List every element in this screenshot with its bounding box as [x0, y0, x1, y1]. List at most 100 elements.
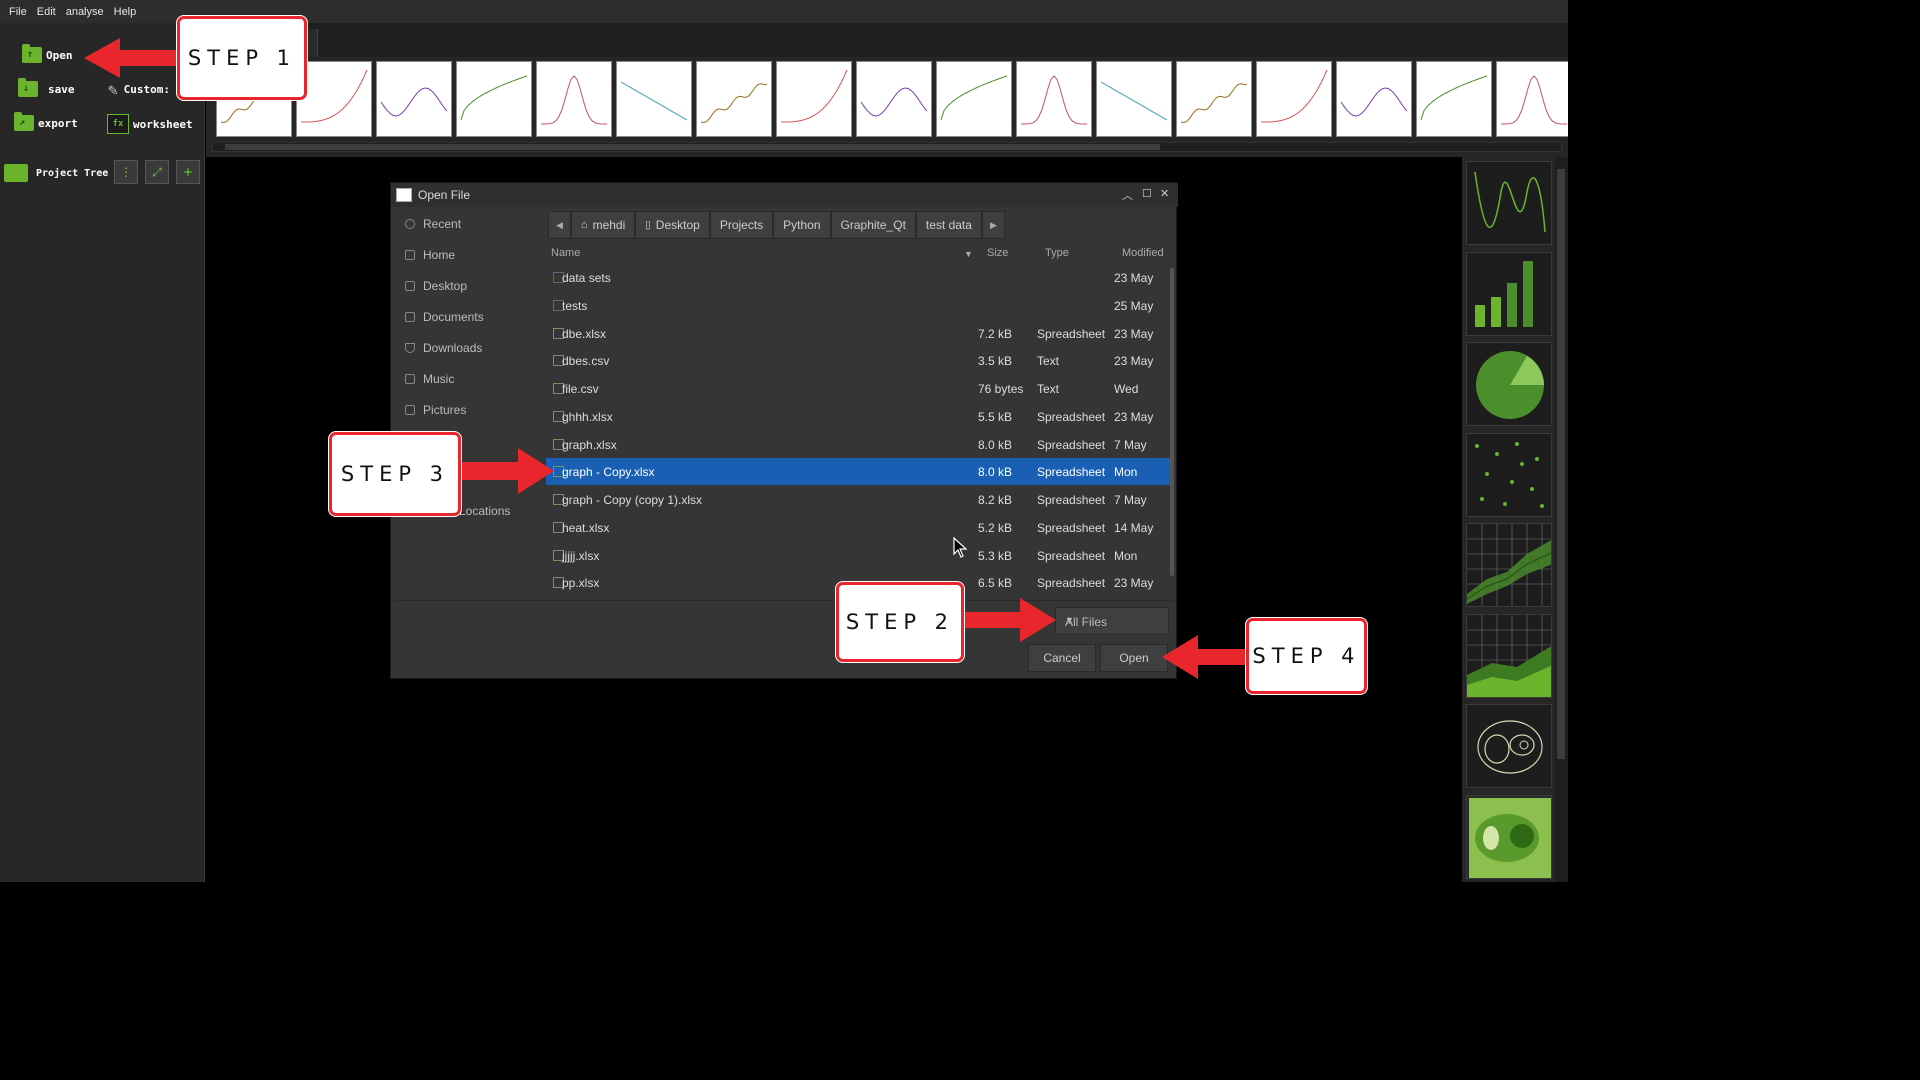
menu-file[interactable]: File: [4, 6, 32, 18]
chart-panel-scroll-thumb[interactable]: [1557, 169, 1565, 759]
graph-template-thumb[interactable]: [696, 61, 772, 137]
file-name: jjjjj.xlsx: [562, 548, 600, 563]
file-size: 5.3 kB: [978, 548, 1013, 563]
place-home[interactable]: Home: [405, 248, 455, 262]
file-row[interactable]: dbes.csv 3.5 kB Text 23 May: [546, 347, 1170, 374]
crumb-home[interactable]: ⌂ mehdi: [570, 211, 636, 239]
sort-down-icon[interactable]: ▼: [964, 249, 973, 259]
step4-callout: STEP 4: [1246, 618, 1367, 694]
crumb-desktop[interactable]: ▯ Desktop: [635, 211, 710, 239]
menu-analyse[interactable]: analyse: [61, 6, 109, 18]
pie-chart-icon[interactable]: [1466, 342, 1552, 426]
column-size[interactable]: Size: [987, 247, 1008, 259]
save-button[interactable]: ↓ save: [18, 78, 75, 97]
thumb-curve: [541, 75, 607, 125]
file-modified: 14 May: [1114, 520, 1154, 535]
gallery-scroll-thumb[interactable]: [225, 144, 1160, 150]
place-other-locations[interactable]: Locations: [459, 504, 510, 518]
file-name: tests: [562, 298, 588, 313]
gallery-scrollbar[interactable]: [212, 142, 1562, 152]
thumb-curve: [301, 69, 368, 123]
scatter-chart-icon[interactable]: [1466, 432, 1552, 517]
file-row[interactable]: file.csv 76 bytes Text Wed: [546, 375, 1170, 402]
graph-template-thumb[interactable]: [1416, 61, 1492, 137]
add-tree-button[interactable]: +: [176, 160, 200, 184]
file-type-filter[interactable]: All Files ▼: [1055, 607, 1169, 635]
file-row[interactable]: dbe.xlsx 7.2 kB Spreadsheet 23 May: [546, 320, 1170, 347]
graph-template-thumb[interactable]: [776, 61, 852, 137]
file-row[interactable]: jjjjj.xlsx 5.3 kB Spreadsheet Mon: [546, 542, 1170, 569]
graph-template-thumb[interactable]: [456, 61, 532, 137]
graph-template-thumb[interactable]: [616, 61, 692, 137]
graph-template-thumb[interactable]: [376, 61, 452, 137]
place-music[interactable]: Music: [405, 372, 454, 386]
file-row[interactable]: graph.xlsx 8.0 kB Spreadsheet 7 May: [546, 431, 1170, 458]
file-modified: 7 May: [1114, 493, 1147, 507]
step1-callout: STEP 1: [177, 16, 307, 100]
export-button[interactable]: ↗ export: [14, 112, 78, 131]
graph-template-thumb[interactable]: [536, 61, 612, 137]
collapse-icon: ⋮: [120, 165, 132, 179]
graph-template-thumb[interactable]: [1176, 61, 1252, 137]
graph-template-thumb[interactable]: [1256, 61, 1332, 137]
graph-tab[interactable]: [306, 29, 318, 57]
home-icon: [405, 250, 415, 260]
file-row[interactable]: graph - Copy (copy 1).xlsx 8.2 kB Spreadsh…: [546, 486, 1170, 513]
line-chart-icon[interactable]: [1466, 161, 1552, 245]
crumb-graphite-qt[interactable]: Graphite_Qt: [830, 211, 916, 239]
column-name[interactable]: Name: [551, 247, 580, 259]
file-row[interactable]: graph - Copy.xlsx 8.0 kB Spreadsheet Mon: [546, 458, 1170, 486]
file-row[interactable]: heat.xlsx 5.2 kB Spreadsheet 14 May: [546, 514, 1170, 541]
crumb-test-data[interactable]: test data: [915, 211, 982, 239]
minimize-icon[interactable]: ︿: [1122, 187, 1133, 203]
dialog-open-button[interactable]: Open: [1100, 644, 1168, 672]
file-type: Spreadsheet: [1037, 409, 1106, 424]
open-button[interactable]: ↑ Open: [22, 44, 73, 63]
menu-help[interactable]: Help: [109, 6, 142, 18]
graph-template-thumb[interactable]: [936, 61, 1012, 137]
expand-tree-button[interactable]: ⤢: [145, 160, 169, 184]
file-modified: 23 May: [1114, 326, 1154, 341]
customize-button[interactable]: ✎ Custom:: [108, 80, 170, 99]
graph-tab-strip: [206, 23, 1568, 57]
thumb-curve: [1021, 75, 1087, 125]
place-desktop[interactable]: Desktop: [405, 279, 467, 293]
cancel-button[interactable]: Cancel: [1028, 644, 1096, 672]
chevron-left-icon: ◀: [556, 219, 563, 230]
file-row[interactable]: tests 25 May: [546, 292, 1170, 319]
crumb-python[interactable]: Python: [773, 211, 831, 239]
graph-template-thumb[interactable]: [296, 61, 372, 137]
place-documents[interactable]: Documents: [405, 310, 484, 324]
graph-template-thumb[interactable]: [1336, 61, 1412, 137]
graph-template-thumb[interactable]: [1496, 61, 1568, 137]
bar-chart-icon[interactable]: [1466, 251, 1552, 336]
heatmap-chart-icon[interactable]: [1466, 794, 1552, 879]
worksheet-button[interactable]: fx worksheet: [107, 114, 193, 134]
path-back-button[interactable]: ◀: [548, 211, 571, 239]
menu-edit[interactable]: Edit: [32, 6, 61, 18]
graph-template-thumb[interactable]: [856, 61, 932, 137]
thumb-curve: [460, 75, 528, 121]
file-row[interactable]: data sets 23 May: [546, 264, 1170, 291]
graph-template-thumb[interactable]: [1096, 61, 1172, 137]
area-grid-chart-icon[interactable]: [1466, 523, 1552, 607]
chart-panel-scrollbar[interactable]: [1555, 157, 1568, 882]
place-downloads[interactable]: Downloads: [405, 341, 482, 355]
place-recent[interactable]: Recent: [405, 217, 461, 231]
place-pictures[interactable]: Pictures: [405, 403, 466, 417]
file-type: Text: [1037, 354, 1060, 369]
graph-template-thumb[interactable]: [1016, 61, 1092, 137]
file-type: Spreadsheet: [1037, 465, 1106, 480]
column-type[interactable]: Type: [1045, 247, 1069, 259]
crumb-projects[interactable]: Projects: [709, 211, 774, 239]
collapse-tree-button[interactable]: ⋮: [114, 160, 138, 184]
thumb-curve: [1100, 81, 1168, 121]
contour-chart-icon[interactable]: [1466, 704, 1552, 788]
stacked-area-chart-icon[interactable]: [1466, 613, 1552, 698]
file-row[interactable]: ghhh.xlsx 5.5 kB Spreadsheet 23 May: [546, 403, 1170, 430]
column-modified[interactable]: Modified: [1122, 247, 1164, 259]
path-forward-button[interactable]: ▶: [981, 211, 1005, 239]
close-icon[interactable]: ✕: [1160, 187, 1169, 200]
maximize-icon[interactable]: ☐: [1142, 187, 1152, 200]
file-list-scrollbar[interactable]: [1170, 268, 1174, 576]
